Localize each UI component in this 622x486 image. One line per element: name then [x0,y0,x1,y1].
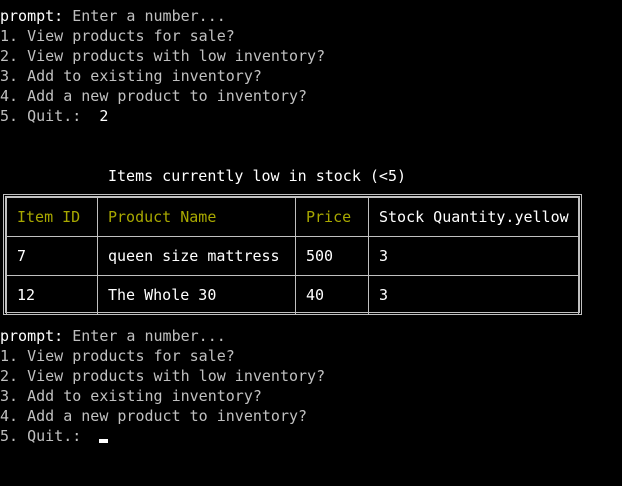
menu-item-quit: 5. Quit.: [0,427,82,445]
table-title: Items currently low in stock (<5) [108,167,407,185]
low-stock-table: Item ID Product Name Price Stock Quantit… [3,194,582,315]
menu-item-add-inventory: 3. Add to existing inventory? [0,387,262,405]
header-product-name: Product Name [97,197,296,237]
cell-stock-quantity: 3 [368,275,579,315]
user-answer: 2 [99,107,109,125]
menu-item-quit: 5. Quit.: 2 [0,106,108,126]
menu-item-add-inventory: 3. Add to existing inventory? [0,67,262,85]
prompt-message: Enter a number... [63,327,226,345]
header-item-id: Item ID [6,197,98,237]
table-row: 7 queen size mattress 500 3 [6,236,579,276]
table-header-row: Item ID Product Name Price Stock Quantit… [6,197,579,237]
prompt-label: prompt: [0,327,64,345]
cell-product-name: queen size mattress [97,236,296,276]
quit-label: 5. Quit.: [0,107,82,125]
table-row: 12 The Whole 30 40 3 [6,275,579,315]
menu-item-low-inventory: 2. View products with low inventory? [0,367,326,385]
header-stock-quantity: Stock Quantity.yellow [368,197,579,237]
cell-price: 40 [295,275,369,315]
prompt-line: prompt: Enter a number... [0,326,226,346]
cell-item-id: 12 [6,275,98,315]
menu-item-view-products: 1. View products for sale? [0,27,235,45]
menu-item-view-products: 1. View products for sale? [0,347,235,365]
menu-item-low-inventory: 2. View products with low inventory? [0,47,326,65]
prompt-line: prompt: Enter a number... [0,6,226,26]
prompt-label: prompt: [0,7,64,25]
cell-product-name: The Whole 30 [97,275,296,315]
menu-item-add-product: 4. Add a new product to inventory? [0,87,308,105]
menu-item-add-product: 4. Add a new product to inventory? [0,407,308,425]
cell-price: 500 [295,236,369,276]
header-price: Price [295,197,369,237]
prompt-message: Enter a number... [63,7,226,25]
terminal-cursor[interactable] [99,439,108,443]
cell-stock-quantity: 3 [368,236,579,276]
cell-item-id: 7 [6,236,98,276]
